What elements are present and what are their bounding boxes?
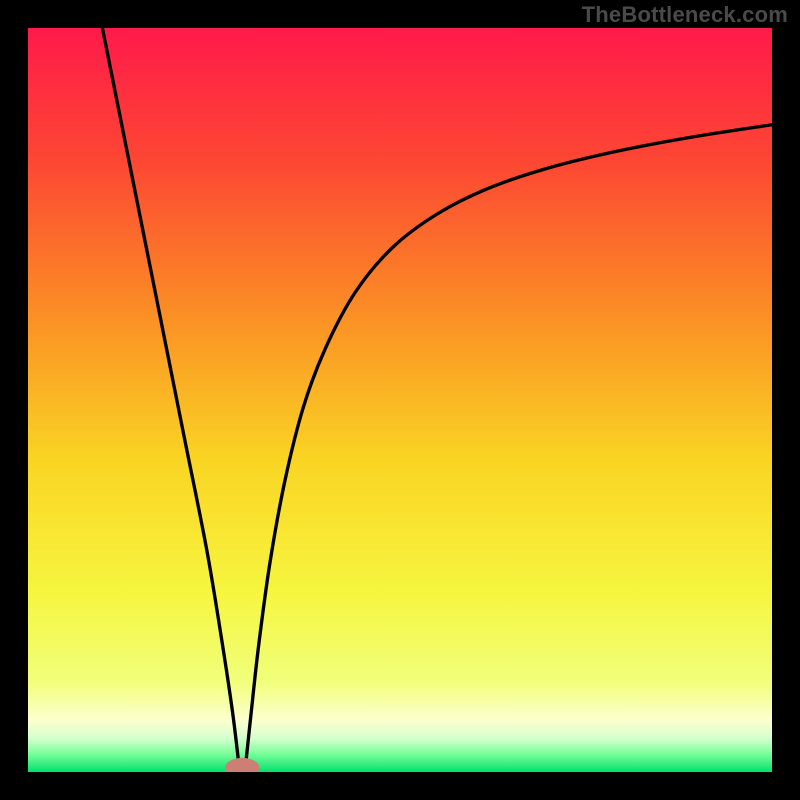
- watermark-text: TheBottleneck.com: [582, 2, 788, 28]
- bottleneck-chart: [28, 28, 772, 772]
- gradient-background: [28, 28, 772, 772]
- chart-frame: TheBottleneck.com: [0, 0, 800, 800]
- plot-area: [28, 28, 772, 772]
